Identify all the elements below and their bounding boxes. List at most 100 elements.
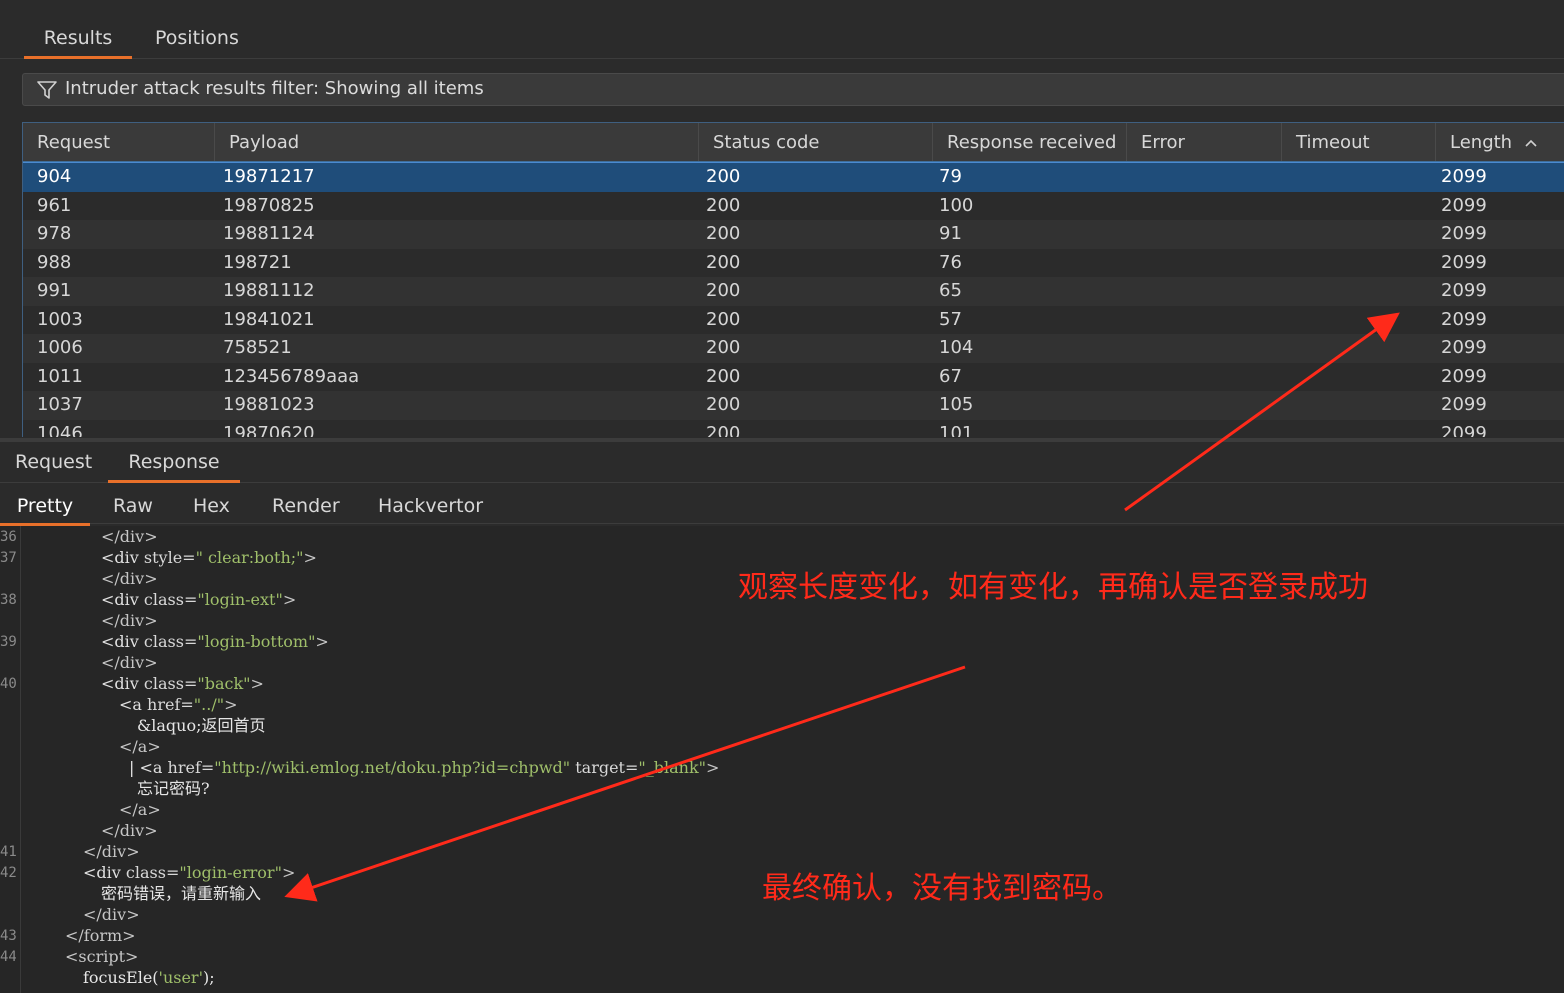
line-number: 39: [0, 634, 16, 650]
table-cell: 978: [37, 223, 72, 244]
code-line: 密码错误，请重新输入: [101, 884, 262, 903]
table-row[interactable]: 1037 19881023 200 105 2099: [23, 391, 1564, 420]
line-number-gutter: 36 37 38 39 40 41 42 43 44: [0, 526, 21, 993]
code-line: </form>: [65, 926, 136, 945]
table-cell: 991: [37, 280, 72, 301]
table-cell: 2099: [1441, 280, 1487, 301]
line-number: 42: [0, 865, 16, 881]
annotation-note-length: 观察长度变化，如有变化，再确认是否登录成功: [738, 570, 1368, 605]
table-cell: 79: [939, 166, 962, 187]
table-cell: 1011: [37, 365, 83, 387]
table-row[interactable]: 991 19881112 200 65 2099: [23, 277, 1564, 306]
table-cell: 104: [939, 337, 974, 358]
line-number: 36: [0, 529, 16, 545]
table-cell: 91: [939, 223, 962, 244]
table-cell: 1046: [37, 422, 83, 438]
table-cell: 200: [706, 280, 741, 301]
code-line: <div style=" clear:both;">: [101, 548, 317, 567]
code-line: </a>: [119, 800, 161, 819]
table-cell: 2099: [1441, 194, 1487, 216]
table-cell: 123456789aaa: [223, 365, 360, 387]
code-line: </div>: [101, 527, 158, 546]
table-header: Request Payload Status code Response rec…: [23, 123, 1564, 163]
tab-request[interactable]: Request: [15, 450, 92, 480]
table-cell: 961: [37, 194, 72, 216]
table-cell: 19841021: [223, 308, 315, 330]
code-line: </a>: [119, 737, 161, 756]
code-line: </div>: [101, 821, 158, 840]
message-tab-bar: Request Response: [0, 442, 1564, 483]
line-number: 43: [0, 928, 16, 944]
table-cell: 105: [939, 394, 974, 415]
code-line: </div>: [101, 653, 158, 672]
table-row[interactable]: 961 19870825 200 100 2099: [23, 191, 1564, 220]
table-cell: 19881112: [223, 280, 315, 301]
table-cell: 988: [37, 251, 72, 273]
col-status-code[interactable]: Status code: [699, 123, 933, 161]
table-cell: 19881023: [223, 394, 315, 415]
col-error[interactable]: Error: [1127, 123, 1282, 161]
col-payload[interactable]: Payload: [215, 123, 699, 161]
table-cell: 100: [939, 194, 974, 216]
table-cell: 200: [706, 166, 741, 187]
table-cell: 19870620: [223, 422, 315, 438]
tab-render[interactable]: Render: [272, 495, 340, 523]
table-cell: 1037: [37, 394, 83, 415]
line-number: 37: [0, 550, 16, 566]
col-timeout[interactable]: Timeout: [1282, 123, 1436, 161]
table-cell: 200: [706, 365, 741, 387]
col-length[interactable]: Length: [1436, 123, 1564, 161]
table-cell: 57: [939, 308, 962, 330]
tab-results[interactable]: Results: [24, 24, 132, 59]
table-row[interactable]: 1003 19841021 200 57 2099: [23, 305, 1564, 334]
table-cell: 2099: [1441, 308, 1487, 330]
code-line: </div>: [83, 842, 140, 861]
top-tab-bar: Results Positions: [0, 0, 1564, 59]
tab-pretty[interactable]: Pretty: [0, 495, 90, 526]
table-cell: 200: [706, 308, 741, 330]
table-cell: 1006: [37, 337, 83, 358]
tab-hackvertor[interactable]: Hackvertor: [378, 495, 483, 523]
results-table: Request Payload Status code Response rec…: [22, 122, 1564, 437]
table-cell: 200: [706, 194, 741, 216]
table-cell: 200: [706, 337, 741, 358]
table-cell: 200: [706, 422, 741, 438]
code-line: <div class="login-error">: [83, 863, 296, 882]
table-cell: 76: [939, 251, 962, 273]
table-cell: 2099: [1441, 251, 1487, 273]
col-request[interactable]: Request: [23, 123, 215, 161]
table-cell: 200: [706, 223, 741, 244]
col-response-received[interactable]: Response received: [933, 123, 1127, 161]
results-filter-bar[interactable]: Intruder attack results filter: Showing …: [22, 73, 1564, 106]
table-row[interactable]: 978 19881124 200 91 2099: [23, 220, 1564, 249]
tab-response[interactable]: Response: [108, 450, 240, 483]
table-cell: 200: [706, 251, 741, 273]
table-row[interactable]: 1006 758521 200 104 2099: [23, 334, 1564, 363]
filter-icon: [37, 81, 57, 99]
annotation-note-result: 最终确认，没有找到密码。: [762, 871, 1122, 906]
table-cell: 2099: [1441, 365, 1487, 387]
table-row[interactable]: 1011 123456789aaa 200 67 2099: [23, 362, 1564, 391]
code-line: 忘记密码?: [137, 779, 210, 798]
code-line: <a href="../">: [119, 695, 238, 714]
code-line: | <a href="http://wiki.emlog.net/doku.ph…: [129, 758, 720, 777]
table-cell: 2099: [1441, 422, 1487, 438]
filter-text: Intruder attack results filter: Showing …: [65, 78, 484, 99]
tab-positions[interactable]: Positions: [155, 24, 239, 56]
table-cell: 1003: [37, 308, 83, 330]
view-tab-bar: Pretty Raw Hex Render Hackvertor: [0, 483, 1564, 526]
line-number: 40: [0, 676, 16, 692]
table-cell: 101: [939, 422, 974, 438]
code-line: &laquo;返回首页: [137, 716, 266, 735]
tab-raw[interactable]: Raw: [113, 495, 153, 523]
chevron-up-icon: [1525, 139, 1537, 147]
tab-hex[interactable]: Hex: [193, 495, 230, 523]
line-number: 44: [0, 949, 16, 965]
table-row[interactable]: 1046 19870620 200 101 2099: [23, 419, 1564, 438]
table-row[interactable]: 988 198721 200 76 2099: [23, 248, 1564, 277]
line-number: 38: [0, 592, 16, 608]
table-row[interactable]: 904 19871217 200 79 2099: [23, 162, 1564, 193]
table-cell: 2099: [1441, 223, 1487, 244]
code-line: <div class="login-bottom">: [101, 632, 329, 651]
col-length-label: Length: [1450, 132, 1513, 153]
